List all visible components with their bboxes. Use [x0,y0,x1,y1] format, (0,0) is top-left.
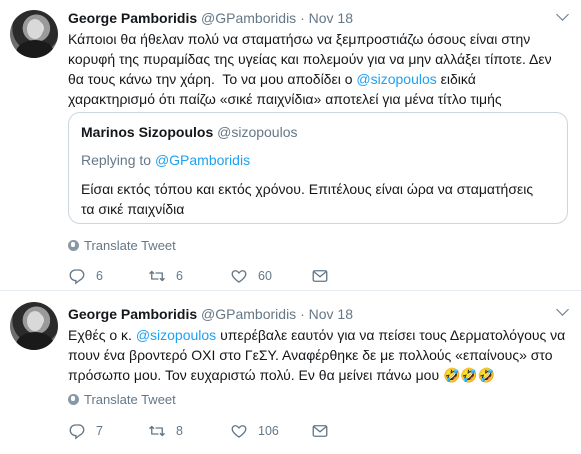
quoted-author-name: Marinos Sizopoulos [81,124,214,140]
translate-tweet-link[interactable]: Translate Tweet [68,392,176,408]
replying-to: Replying to @GPamboridis [81,151,250,169]
tweet-text: Εχθές ο κ. @sizopoulos υπερέβαλε εαυτόν … [68,325,573,385]
chevron-down-icon[interactable] [556,8,569,21]
tweet-date[interactable]: Nov 18 [309,10,353,26]
text-span: κορυφή της πυραμίδας της υγείας και πολε… [68,51,552,67]
tweet-header: George Pamboridis @GPamboridis · Nov 18 [68,305,353,323]
tweet[interactable]: George Pamboridis @GPamboridis · Nov 18 … [0,291,581,454]
text-span: θα τους κάνω την χάρη. Το να μου αποδίδε… [68,71,357,87]
retweet-button[interactable]: 6 [148,266,183,286]
direct-message-button[interactable] [311,266,329,286]
text-span: Εχθές ο κ. [68,327,136,343]
replying-to-label: Replying to [81,152,155,168]
translate-label[interactable]: Translate Tweet [84,238,176,253]
like-icon [231,270,247,283]
tweet[interactable]: George Pamboridis @GPamboridis · Nov 18 … [0,0,581,290]
tweet-line: πουν ένα βροντερό ΟΧΙ στο ΓεΣΥ. Αναφέρθη… [68,345,573,365]
tweet-header: George Pamboridis @GPamboridis · Nov 18 [68,9,353,27]
tweet-date[interactable]: Nov 18 [309,306,353,322]
tweet-line: κορυφή της πυραμίδας της υγείας και πολε… [68,49,573,69]
tweet-line: Κάποιοι θα ήθελαν πολύ να σταματήσω να ξ… [68,29,573,49]
reply-count: 7 [96,424,103,438]
reply-button[interactable]: 6 [68,266,103,286]
author-name[interactable]: George Pamboridis [68,10,197,26]
reply-icon [69,269,85,285]
quoted-tweet[interactable]: Marinos Sizopoulos @sizopoulos Replying … [68,112,568,224]
message-icon [312,270,328,282]
mention-link[interactable]: @sizopoulos [136,327,216,343]
quoted-tweet-header: Marinos Sizopoulos @sizopoulos [81,123,298,141]
avatar[interactable] [10,10,58,58]
author-name[interactable]: George Pamboridis [68,306,197,322]
author-handle[interactable]: @GPamboridis [201,306,296,322]
quoted-author-handle: @sizopoulos [217,124,298,140]
retweet-button[interactable]: 8 [148,421,183,441]
tweet-line: πρόσωπο μου. Τον ευχαριστώ πολύ. Εν θα μ… [68,365,573,385]
translate-tweet-link[interactable]: Translate Tweet [68,238,176,254]
text-span: υπερέβαλε εαυτόν για να πείσει τους Δερμ… [216,327,566,343]
text-span: πρόσωπο μου. Τον ευχαριστώ πολύ. Εν θα μ… [68,367,496,383]
reply-icon [69,424,85,440]
tweet-actions: 7 8 106 [68,421,568,441]
globe-icon [68,394,79,405]
mention-link[interactable]: @sizopoulos [356,71,436,87]
tweet-line: Εχθές ο κ. @sizopoulos υπερέβαλε εαυτόν … [68,325,573,345]
text-span: χαρακτηρισμό ότι παίζω «σικέ παιχνίδια» … [68,91,502,107]
text-span: πουν ένα βροντερό ΟΧΙ στο ΓεΣΥ. Αναφέρθη… [68,347,553,363]
reply-count: 6 [96,269,103,283]
reply-button[interactable]: 7 [68,421,103,441]
like-count: 106 [258,424,279,438]
author-handle[interactable]: @GPamboridis [201,10,296,26]
avatar[interactable] [10,302,58,350]
retweet-count: 8 [176,424,183,438]
text-span: ειδικά [436,71,476,87]
quoted-tweet-text: Είσαι εκτός τόπου και εκτός χρόνου. Επιτ… [81,179,557,219]
replying-to-link[interactable]: @GPamboridis [155,152,250,168]
text-span: Κάποιοι θα ήθελαν πολύ να σταματήσω να ξ… [68,31,531,47]
separator: · [300,10,305,26]
quoted-line: Είσαι εκτός τόπου και εκτός χρόνου. Επιτ… [81,181,534,197]
tweet-actions: 6 6 60 [68,266,568,286]
direct-message-button[interactable] [311,421,329,441]
translate-label[interactable]: Translate Tweet [84,392,176,407]
separator: · [300,306,305,322]
chevron-down-icon[interactable] [556,303,569,316]
message-icon [312,425,328,437]
quoted-line: τα σικέ παιχνίδια [81,201,185,217]
tweet-text: Κάποιοι θα ήθελαν πολύ να σταματήσω να ξ… [68,29,573,109]
like-icon [231,425,247,438]
globe-icon [68,240,79,251]
retweet-icon [149,270,165,282]
like-button[interactable]: 106 [230,421,279,441]
like-count: 60 [258,269,272,283]
like-button[interactable]: 60 [230,266,272,286]
retweet-icon [149,425,165,437]
tweet-line: χαρακτηρισμό ότι παίζω «σικέ παιχνίδια» … [68,89,573,109]
tweet-line: θα τους κάνω την χάρη. Το να μου αποδίδε… [68,69,573,89]
retweet-count: 6 [176,269,183,283]
